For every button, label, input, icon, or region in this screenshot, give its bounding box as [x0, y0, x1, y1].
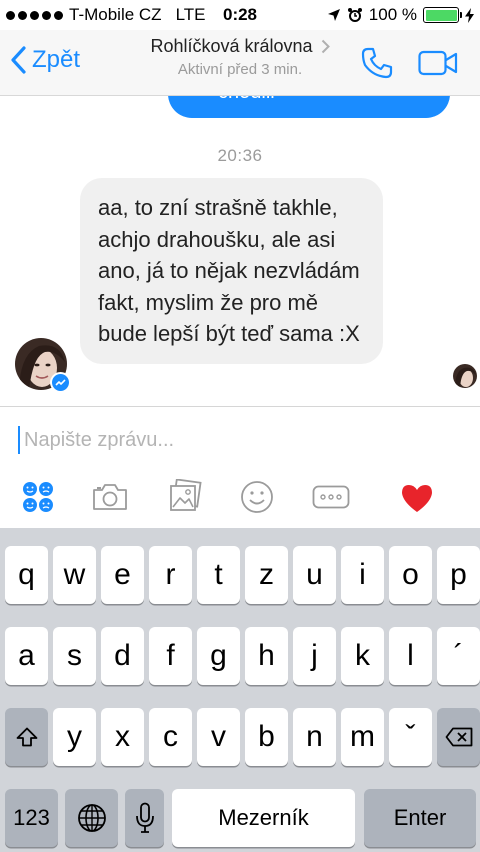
key-acute-accent[interactable]: ´ [437, 627, 480, 685]
key-w[interactable]: w [53, 546, 96, 604]
smiley-icon [241, 481, 273, 513]
key-caron[interactable]: ˇ [389, 708, 432, 766]
message-list[interactable]: chodili 20:36 aa, to zní strašně takhle,… [0, 96, 480, 406]
key-j[interactable]: j [293, 627, 336, 685]
backspace-key[interactable] [437, 708, 480, 766]
stickers-button[interactable] [22, 481, 54, 518]
more-dots-icon [312, 485, 350, 509]
contact-status: Aktivní před 3 min. [177, 61, 303, 78]
messenger-bolt-icon [55, 378, 66, 386]
key-u[interactable]: u [293, 546, 336, 604]
phone-icon [361, 47, 393, 79]
key-x[interactable]: x [101, 708, 144, 766]
message-timestamp: 20:36 [217, 146, 263, 165]
key-l[interactable]: l [389, 627, 432, 685]
video-call-button[interactable] [418, 50, 458, 81]
key-b[interactable]: b [245, 708, 288, 766]
status-bar: T-Mobile CZ LTE 0:28 100 % [0, 0, 480, 30]
shift-arrow-icon [16, 727, 37, 747]
status-right: 100 % [327, 5, 474, 25]
message-input[interactable]: Napište zprávu... [18, 425, 458, 455]
received-message-bubble[interactable]: aa, to zní strašně takhle, achjo drahouš… [80, 178, 383, 364]
key-g[interactable]: g [197, 627, 240, 685]
key-p[interactable]: p [437, 546, 480, 604]
key-f[interactable]: f [149, 627, 192, 685]
numbers-key[interactable]: 123 [5, 789, 58, 847]
contact-info[interactable]: Rohlíčková královna Aktivní před 3 min. [0, 36, 480, 78]
globe-icon [77, 804, 106, 832]
read-receipt-image [453, 364, 477, 388]
message-composer: Napište zprávu... [0, 406, 480, 528]
text-caret [18, 426, 20, 454]
gallery-button[interactable] [168, 478, 202, 518]
globe-key[interactable] [65, 789, 118, 847]
sent-message-text: chodili [218, 96, 275, 103]
dictation-key[interactable] [125, 789, 164, 847]
heart-icon [402, 485, 432, 512]
key-n[interactable]: n [293, 708, 336, 766]
phone-call-button[interactable] [360, 46, 394, 85]
key-z[interactable]: z [245, 546, 288, 604]
read-receipt-avatar [453, 364, 477, 388]
video-camera-icon [418, 50, 458, 76]
key-k[interactable]: k [341, 627, 384, 685]
message-input-placeholder: Napište zprávu... [24, 428, 175, 451]
key-o[interactable]: o [389, 546, 432, 604]
camera-button[interactable] [92, 483, 128, 516]
key-q[interactable]: q [5, 546, 48, 604]
photo-gallery-icon [170, 478, 202, 511]
key-v[interactable]: v [197, 708, 240, 766]
sent-message-bubble[interactable]: chodili [168, 96, 450, 118]
key-e[interactable]: e [101, 546, 144, 604]
camera-icon [93, 484, 127, 510]
key-s[interactable]: s [53, 627, 96, 685]
key-t[interactable]: t [197, 546, 240, 604]
battery-icon [423, 7, 462, 23]
space-bar[interactable]: Mezerník [172, 789, 355, 847]
alarm-clock-icon [347, 8, 362, 22]
onscreen-keyboard: q w e r t z u i o p a s d f g h j k l ´ … [0, 528, 480, 852]
key-a[interactable]: a [5, 627, 48, 685]
key-h[interactable]: h [245, 627, 288, 685]
more-options-button[interactable] [312, 485, 350, 514]
shift-key[interactable] [5, 708, 48, 766]
emoji-button[interactable] [240, 480, 274, 519]
key-r[interactable]: r [149, 546, 192, 604]
battery-percentage: 100 % [368, 5, 417, 24]
messenger-badge [50, 372, 71, 393]
contact-name: Rohlíčková královna [150, 36, 313, 56]
key-c[interactable]: c [149, 708, 192, 766]
stickers-icon [23, 482, 53, 512]
like-heart-button[interactable] [400, 483, 434, 518]
key-y[interactable]: y [53, 708, 96, 766]
chevron-right-icon [321, 39, 330, 54]
backspace-icon [445, 727, 472, 747]
charging-bolt-icon [465, 7, 474, 23]
key-i[interactable]: i [341, 546, 384, 604]
key-d[interactable]: d [101, 627, 144, 685]
microphone-icon [135, 802, 154, 833]
conversation-header: Zpět Rohlíčková královna Aktivní před 3 … [0, 30, 480, 96]
key-m[interactable]: m [341, 708, 384, 766]
enter-key[interactable]: Enter [364, 789, 476, 847]
received-message-text: aa, to zní strašně takhle, achjo drahouš… [98, 195, 360, 346]
location-arrow-icon [327, 9, 340, 21]
